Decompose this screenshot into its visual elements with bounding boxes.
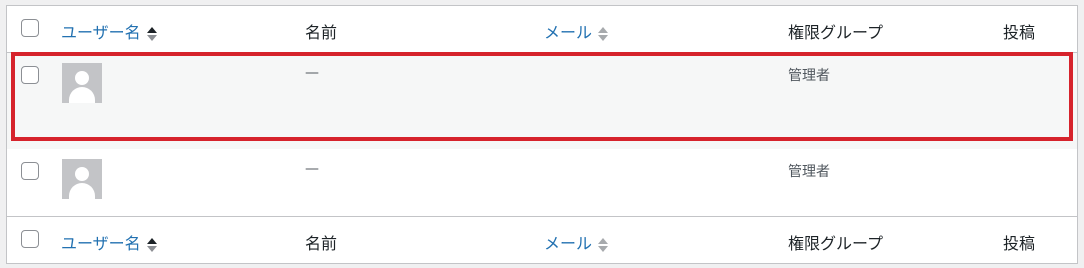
row-select-checkbox[interactable] [21, 162, 39, 180]
table-footer: ユーザー名 名前 メール 権限グループ 投稿 [7, 216, 1077, 263]
column-email-label[interactable]: メール [544, 23, 592, 42]
row-role: 管理者 [788, 164, 830, 180]
column-posts-footer: 投稿 [1003, 234, 1036, 253]
default-avatar-icon [62, 63, 102, 103]
column-username-label[interactable]: ユーザー名 [61, 23, 141, 42]
column-role: 権限グループ [788, 23, 884, 42]
default-avatar-icon [62, 159, 102, 199]
column-username-label[interactable]: ユーザー名 [61, 234, 141, 253]
column-role-footer: 権限グループ [788, 234, 884, 253]
select-all-checkbox[interactable] [21, 19, 39, 37]
table-header: ユーザー名 名前 メール 権限グループ 投稿 [7, 6, 1077, 53]
users-table: ユーザー名 名前 メール 権限グループ 投稿 — 管理者 — 管理者 ユーザー名… [6, 5, 1078, 264]
sort-asc-icon[interactable] [146, 26, 157, 42]
sort-both-icon[interactable] [598, 26, 609, 42]
select-all-checkbox-footer[interactable] [21, 230, 39, 248]
sort-asc-icon[interactable] [146, 237, 157, 253]
column-posts: 投稿 [1003, 23, 1036, 42]
column-email-label[interactable]: メール [544, 234, 592, 253]
sort-both-icon[interactable] [598, 237, 609, 253]
table-row: — 管理者 [7, 149, 1077, 217]
column-name-footer: 名前 [305, 234, 338, 253]
row-name: — [305, 65, 319, 81]
row-role: 管理者 [788, 68, 830, 84]
column-name: 名前 [305, 23, 338, 42]
row-name: — [305, 161, 319, 177]
table-row: — 管理者 [7, 53, 1077, 149]
column-email-footer[interactable]: メール [544, 230, 609, 254]
row-select-checkbox[interactable] [21, 66, 39, 84]
column-username[interactable]: ユーザー名 [61, 19, 157, 43]
column-username-footer[interactable]: ユーザー名 [61, 230, 157, 254]
column-email[interactable]: メール [544, 19, 609, 43]
